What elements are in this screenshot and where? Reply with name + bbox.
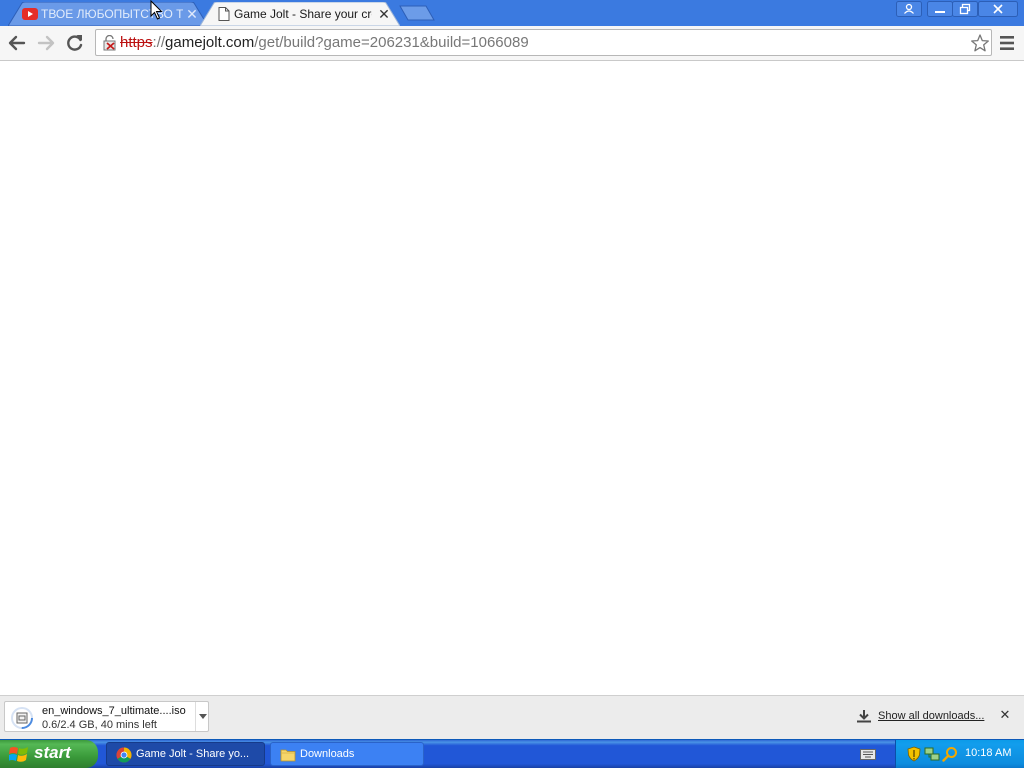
download-icon: [857, 710, 871, 723]
url-scheme: https: [120, 34, 153, 51]
arrow-left-icon: [8, 35, 26, 51]
security-shield-icon[interactable]: [906, 746, 922, 762]
back-button[interactable]: [6, 32, 28, 54]
tab-title: Game Jolt - Share your creations: [234, 7, 372, 21]
tab-close-icon[interactable]: ✕: [376, 6, 392, 22]
taskbar: start Game Jolt - Share yo... Downloads: [0, 739, 1024, 768]
url-path: /get/build?game=206231&build=1066089: [254, 34, 529, 51]
disc-image-icon: [11, 707, 33, 729]
tab-gamejolt[interactable]: Game Jolt - Share your creations ✕: [200, 2, 400, 26]
start-button[interactable]: start: [0, 740, 98, 768]
forward-button[interactable]: [35, 32, 57, 54]
download-shelf: en_windows_7_ultimate....iso 0.6/2.4 GB,…: [0, 695, 1024, 739]
folder-icon: [280, 749, 296, 762]
bookmark-star-icon[interactable]: [970, 33, 990, 53]
youtube-icon: [22, 8, 38, 20]
url-separator: ://: [152, 34, 166, 51]
menu-icon[interactable]: [997, 33, 1017, 53]
download-filename: en_windows_7_ultimate....iso: [42, 705, 186, 717]
new-tab-button[interactable]: [399, 5, 435, 21]
person-icon: [896, 1, 922, 17]
page-content: [0, 61, 1024, 695]
keyboard-icon[interactable]: [860, 747, 876, 761]
windows-logo-icon: [9, 747, 28, 762]
download-menu-button[interactable]: [195, 702, 209, 731]
tab-strip: ТВОЕ ЛЮБОПЫТСТВО ТЕБЯ УБЬЁТ ✕ Game Jolt …: [0, 0, 1024, 26]
broken-lock-icon: [103, 35, 116, 51]
taskbar-item-label: Downloads: [300, 748, 355, 760]
profile-button[interactable]: [896, 1, 922, 17]
arrow-right-icon: [37, 35, 55, 51]
page-icon: [218, 7, 230, 21]
download-item[interactable]: en_windows_7_ultimate....iso 0.6/2.4 GB,…: [4, 701, 209, 732]
tab-youtube[interactable]: ТВОЕ ЛЮБОПЫТСТВО ТЕБЯ УБЬЁТ ✕: [8, 2, 208, 26]
taskbar-item-downloads[interactable]: Downloads: [270, 742, 424, 766]
search-icon[interactable]: [942, 746, 958, 762]
window-close-button[interactable]: [978, 1, 1018, 17]
taskbar-item-label: Game Jolt - Share yo...: [136, 748, 250, 760]
download-status: 0.6/2.4 GB, 40 mins left: [42, 719, 157, 731]
reload-button[interactable]: [64, 32, 86, 54]
show-all-downloads-label: Show all downloads...: [878, 710, 985, 722]
restore-button[interactable]: [952, 1, 978, 17]
clock: 10:18 AM: [965, 747, 1012, 759]
url-text: https://gamejolt.com/get/build?game=2062…: [120, 35, 529, 51]
restore-icon: [952, 1, 978, 17]
browser-toolbar: https://gamejolt.com/get/build?game=2062…: [0, 26, 1024, 61]
shelf-close-icon[interactable]: ✕: [998, 708, 1012, 722]
tab-close-icon[interactable]: ✕: [184, 6, 200, 22]
minimize-icon: [927, 1, 953, 17]
minimize-button[interactable]: [927, 1, 953, 17]
chevron-down-icon: [199, 714, 207, 719]
start-label: start: [34, 743, 71, 762]
mouse-cursor-icon: [150, 0, 163, 20]
chrome-icon: [116, 747, 132, 763]
network-icon[interactable]: [924, 746, 940, 762]
address-bar[interactable]: https://gamejolt.com/get/build?game=2062…: [95, 29, 992, 56]
reload-icon: [67, 35, 83, 51]
close-icon: [978, 1, 1018, 17]
url-host: gamejolt.com: [165, 34, 255, 51]
taskbar-item-chrome[interactable]: Game Jolt - Share yo...: [106, 742, 265, 766]
system-tray: 10:18 AM: [895, 740, 1024, 768]
